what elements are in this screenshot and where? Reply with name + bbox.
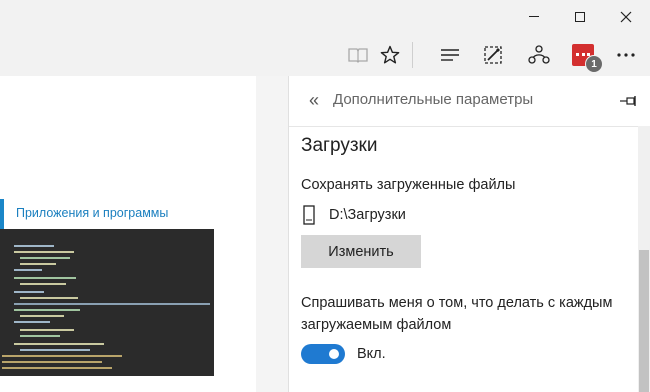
scrollbar-thumb[interactable]: [639, 250, 649, 392]
ask-label-line2: загружаемым файлом: [301, 317, 452, 333]
maximize-button[interactable]: [557, 0, 603, 33]
close-icon: [620, 11, 632, 22]
download-path: D:\Загрузки: [329, 207, 406, 223]
favorite-button[interactable]: [372, 38, 408, 72]
minimize-icon: [529, 16, 539, 17]
active-link-marker: [0, 199, 4, 233]
more-icon: [617, 53, 635, 57]
double-chevron-left-icon: «: [308, 89, 319, 110]
pin-icon: [620, 96, 636, 106]
web-note-icon: [484, 46, 502, 64]
save-files-label: Сохранять загруженные файлы: [301, 177, 516, 193]
pin-button[interactable]: [617, 90, 639, 112]
ask-label-line1: Спрашивать меня о том, что делать с кажд…: [301, 295, 613, 311]
change-location-button[interactable]: Изменить: [301, 235, 421, 268]
hub-button[interactable]: [432, 38, 468, 72]
browser-toolbar: 1: [0, 33, 650, 77]
toolbar-separator: [412, 42, 413, 68]
download-folder-icon: [303, 205, 315, 225]
panel-title: Дополнительные параметры: [333, 91, 534, 108]
back-button[interactable]: «: [303, 89, 325, 111]
page-gutter: [256, 76, 288, 392]
share-icon: [528, 45, 550, 64]
favorite-star-icon: [380, 45, 400, 64]
reading-view-icon: [348, 48, 368, 63]
more-button[interactable]: [608, 38, 644, 72]
minimize-button[interactable]: [511, 0, 557, 33]
apps-programs-link[interactable]: Приложения и программы: [16, 206, 168, 220]
ask-toggle-switch[interactable]: [301, 344, 345, 364]
reading-view-button[interactable]: [340, 38, 376, 72]
toggle-state-label: Вкл.: [357, 346, 386, 362]
hub-icon: [441, 49, 459, 61]
code-screenshot-image: [0, 229, 214, 376]
web-note-button[interactable]: [475, 38, 511, 72]
downloads-section-title: Загрузки: [301, 135, 378, 156]
extension-badge: 1: [585, 55, 603, 73]
advanced-settings-panel: « Дополнительные параметры Загрузки Сохр…: [288, 76, 650, 392]
toggle-knob: [329, 349, 339, 359]
close-button[interactable]: [603, 0, 649, 33]
extension-button[interactable]: 1: [565, 38, 603, 73]
title-bar: [0, 0, 650, 33]
panel-scrollbar[interactable]: [638, 126, 650, 392]
panel-header: « Дополнительные параметры: [289, 76, 650, 127]
share-button[interactable]: [521, 38, 557, 72]
maximize-icon: [575, 11, 585, 22]
